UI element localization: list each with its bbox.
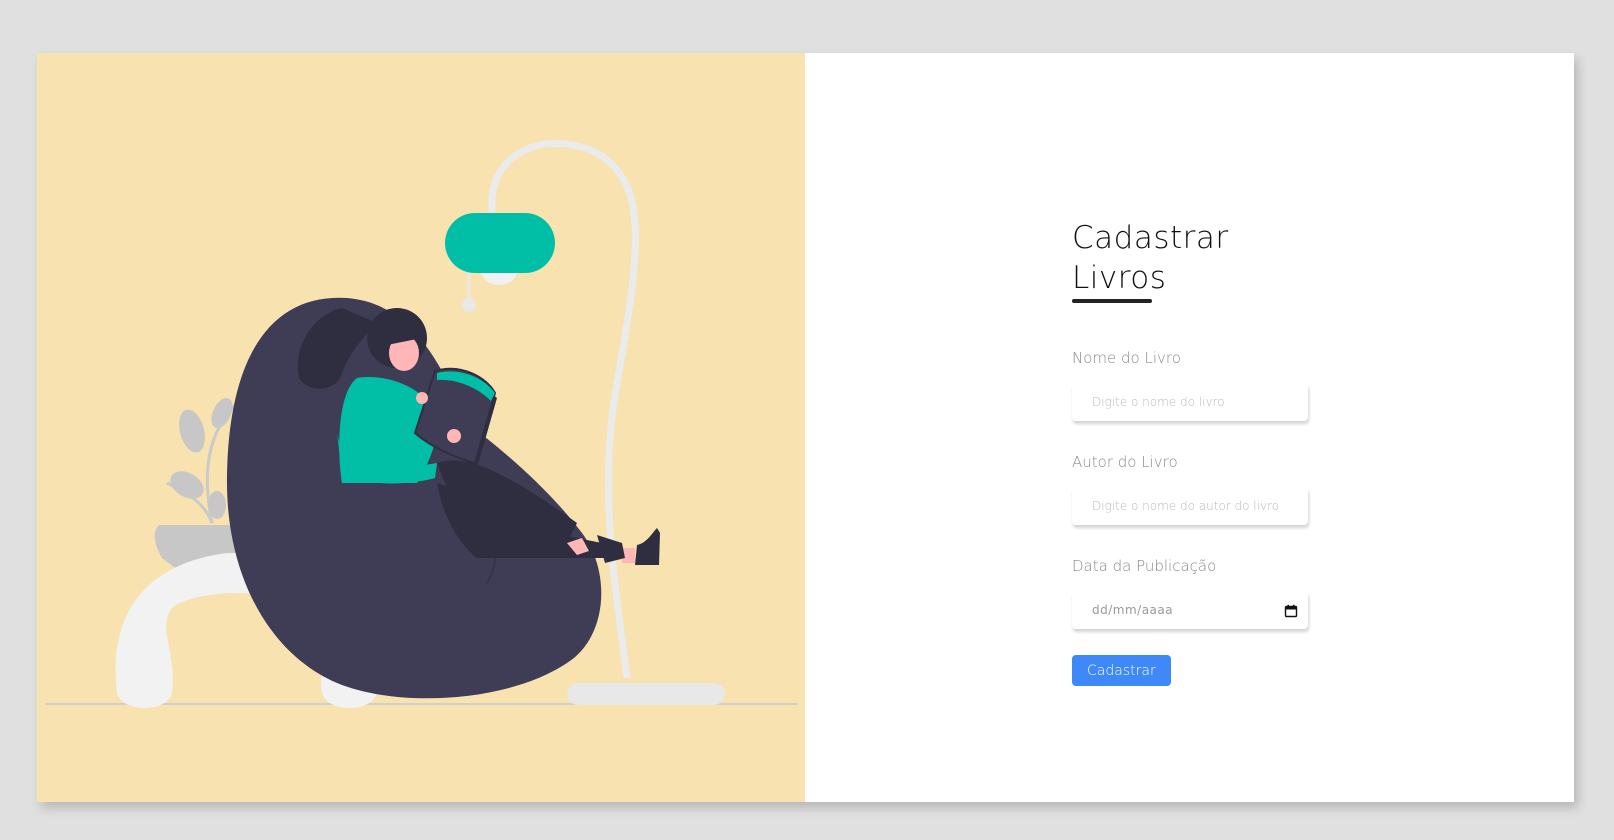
book-author-input[interactable] bbox=[1092, 499, 1298, 513]
plant-leaf bbox=[179, 409, 205, 453]
publication-date-input[interactable]: dd/mm/aaaa bbox=[1092, 603, 1284, 617]
book-name-field[interactable] bbox=[1072, 383, 1308, 421]
plant-leaf bbox=[208, 491, 226, 519]
book-author-field[interactable] bbox=[1072, 487, 1308, 525]
book-name-label: Nome do Livro bbox=[1072, 349, 1181, 367]
lamp-shade bbox=[445, 213, 555, 273]
hand bbox=[416, 392, 428, 404]
book-author-label: Autor do Livro bbox=[1072, 453, 1178, 471]
book-registration-form: Cadastrar Livros Nome do Livro Autor do … bbox=[1072, 218, 1312, 686]
book-name-input[interactable] bbox=[1092, 395, 1298, 409]
submit-button[interactable]: Cadastrar bbox=[1072, 655, 1171, 686]
hand bbox=[447, 429, 461, 443]
register-card: Cadastrar Livros Nome do Livro Autor do … bbox=[37, 53, 1574, 802]
lamp-base bbox=[567, 683, 725, 705]
woman-reading-illustration bbox=[45, 140, 797, 708]
reading-illustration bbox=[37, 53, 805, 802]
page-title: Cadastrar Livros bbox=[1072, 220, 1229, 296]
publication-date-label: Data da Publicação bbox=[1072, 557, 1217, 575]
calendar-icon[interactable] bbox=[1284, 603, 1298, 618]
shoe bbox=[635, 528, 660, 565]
title-underline bbox=[1072, 299, 1152, 303]
publication-date-field[interactable]: dd/mm/aaaa bbox=[1072, 591, 1308, 629]
lamp-pull bbox=[462, 298, 476, 312]
form-panel: Cadastrar Livros Nome do Livro Autor do … bbox=[805, 53, 1574, 802]
plant-leaf bbox=[170, 471, 204, 499]
